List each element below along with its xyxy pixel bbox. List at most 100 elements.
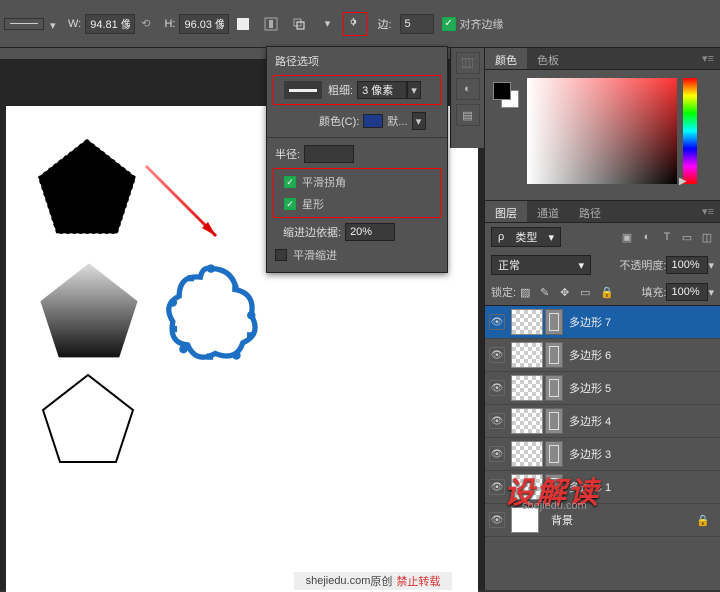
filter-image-icon[interactable]: ▣ — [620, 231, 634, 244]
fg-bg-swatch[interactable] — [493, 82, 519, 108]
layer-thumb[interactable] — [511, 375, 543, 401]
visibility-icon[interactable]: 👁 — [489, 314, 505, 330]
layer-thumb[interactable] — [511, 309, 543, 335]
thickness-input[interactable] — [357, 81, 407, 99]
color-value[interactable]: 默... — [387, 113, 407, 129]
thickness-label: 粗细: — [328, 82, 353, 98]
filter-shape-icon[interactable]: ▭ — [680, 231, 694, 244]
mask-thumb[interactable] — [545, 342, 563, 368]
align-left-icon[interactable] — [231, 12, 255, 36]
chevron-down-icon[interactable]: ▾ — [708, 286, 714, 299]
lock-move-icon[interactable]: ✥ — [560, 286, 574, 299]
fill-input[interactable] — [666, 283, 708, 301]
sides-input[interactable] — [400, 14, 434, 34]
filter-text-icon[interactable]: T — [660, 231, 674, 244]
layer-name[interactable]: 背景 — [551, 512, 573, 528]
sides-label: 边: — [377, 16, 391, 32]
chevron-down-icon[interactable]: ▾ — [50, 19, 60, 29]
color-label: 颜色(C): — [319, 113, 359, 129]
panel-menu-icon[interactable]: ▾≡ — [696, 48, 720, 69]
adjustments-icon[interactable]: ◐ — [456, 78, 480, 100]
tab-channels[interactable]: 通道 — [527, 201, 569, 222]
layer-thumb[interactable] — [511, 342, 543, 368]
fill-label: 填充: — [641, 284, 666, 300]
align-edges-checkbox[interactable]: ✓ — [442, 17, 456, 31]
tab-layers[interactable]: 图层 — [485, 201, 527, 222]
star-checkbox[interactable]: ✓ — [284, 198, 296, 210]
smooth-corners-checkbox[interactable]: ✓ — [284, 176, 296, 188]
path-options-popup: 路径选项 粗细: ▾ 颜色(C): 默... ▾ 半径: ✓ 平滑拐角 ✓ 星形… — [266, 46, 448, 273]
color-panel: ▶ — [485, 70, 720, 200]
blend-mode-select[interactable]: 正常 ▾ — [491, 255, 591, 275]
shape-polygon-1 — [32, 134, 142, 242]
color-picker-field[interactable] — [527, 78, 677, 184]
mask-thumb[interactable] — [545, 441, 563, 467]
align-center-icon[interactable] — [259, 12, 283, 36]
watermark-site: shejiedu.com — [306, 575, 371, 587]
layers-icon[interactable]: ▤ — [456, 104, 480, 126]
visibility-icon[interactable]: 👁 — [489, 446, 505, 462]
chevron-down-icon[interactable]: ▾ — [412, 112, 426, 130]
opacity-label: 不透明度: — [619, 257, 666, 273]
height-input[interactable] — [179, 14, 229, 34]
layer-row[interactable]: 👁 多边形 4 — [485, 405, 720, 438]
smooth-indent-label: 平滑缩进 — [293, 247, 337, 263]
tab-color[interactable]: 颜色 — [485, 48, 527, 69]
visibility-icon[interactable]: 👁 — [489, 512, 505, 528]
hue-slider[interactable]: ▶ — [683, 78, 697, 184]
gear-icon[interactable] — [343, 12, 367, 36]
layer-row[interactable]: 👁 多边形 6 — [485, 339, 720, 372]
visibility-icon[interactable]: 👁 — [489, 413, 505, 429]
layer-name[interactable]: 多边形 3 — [569, 446, 611, 462]
tab-paths[interactable]: 路径 — [569, 201, 611, 222]
height-label: H: — [164, 18, 175, 30]
layer-name[interactable]: 多边形 7 — [569, 314, 611, 330]
opacity-input[interactable] — [666, 256, 708, 274]
tab-swatches[interactable]: 色板 — [527, 48, 569, 69]
stroke-style-preview[interactable] — [4, 18, 44, 30]
chevron-down-icon[interactable]: ▾ — [708, 259, 714, 272]
chevron-down-icon[interactable]: ▾ — [315, 12, 339, 36]
layer-filter-type[interactable]: ρ 类型 ▾ — [491, 227, 561, 247]
arrange-icon[interactable] — [287, 12, 311, 36]
filter-label: 类型 — [515, 229, 537, 245]
layer-row[interactable]: 👁 多边形 5 — [485, 372, 720, 405]
lock-pixels-icon[interactable]: ▨ — [520, 286, 534, 299]
visibility-icon[interactable]: 👁 — [489, 380, 505, 396]
shape-polygon-7-selected[interactable] — [158, 258, 264, 364]
layer-thumb[interactable] — [511, 408, 543, 434]
mask-thumb[interactable] — [545, 408, 563, 434]
mask-thumb[interactable] — [545, 375, 563, 401]
lock-icon[interactable]: 🔒 — [696, 514, 710, 527]
lock-brush-icon[interactable]: ✎ — [540, 286, 554, 299]
layer-name[interactable]: 多边形 6 — [569, 347, 611, 363]
layer-row[interactable]: 👁 多边形 3 — [485, 438, 720, 471]
histogram-icon[interactable]: ⿲ — [456, 52, 480, 74]
layer-name[interactable]: 多边形 5 — [569, 380, 611, 396]
smooth-corners-label: 平滑拐角 — [302, 174, 346, 190]
indent-label: 缩进边依据: — [283, 224, 341, 240]
layer-name[interactable]: 多边形 4 — [569, 413, 611, 429]
visibility-icon[interactable]: 👁 — [489, 347, 505, 363]
color-swatch[interactable] — [363, 114, 383, 128]
width-input[interactable] — [85, 14, 135, 34]
indent-input[interactable] — [345, 223, 395, 241]
line-preview[interactable] — [284, 81, 322, 99]
smooth-indent-checkbox[interactable]: ✓ — [275, 249, 287, 261]
filter-adjust-icon[interactable]: ◐ — [640, 231, 654, 244]
watermark-brand-sub: shejiedu.com — [522, 500, 587, 512]
visibility-icon[interactable]: 👁 — [489, 479, 505, 495]
lock-all-icon[interactable]: 🔒 — [600, 286, 614, 299]
lock-artboard-icon[interactable]: ▭ — [580, 286, 594, 299]
shape-polygon-3 — [38, 370, 138, 470]
link-icon[interactable]: ⟲ — [141, 17, 150, 30]
align-edges-label: 对齐边缘 — [460, 16, 504, 32]
layer-row[interactable]: 👁 多边形 7 — [485, 306, 720, 339]
panel-menu-icon[interactable]: ▾≡ — [696, 201, 720, 222]
filter-smart-icon[interactable]: ◫ — [700, 231, 714, 244]
chevron-down-icon[interactable]: ▾ — [407, 81, 421, 99]
layer-thumb[interactable] — [511, 441, 543, 467]
mask-thumb[interactable] — [545, 309, 563, 335]
foreground-color[interactable] — [493, 82, 511, 100]
radius-input[interactable] — [304, 145, 354, 163]
